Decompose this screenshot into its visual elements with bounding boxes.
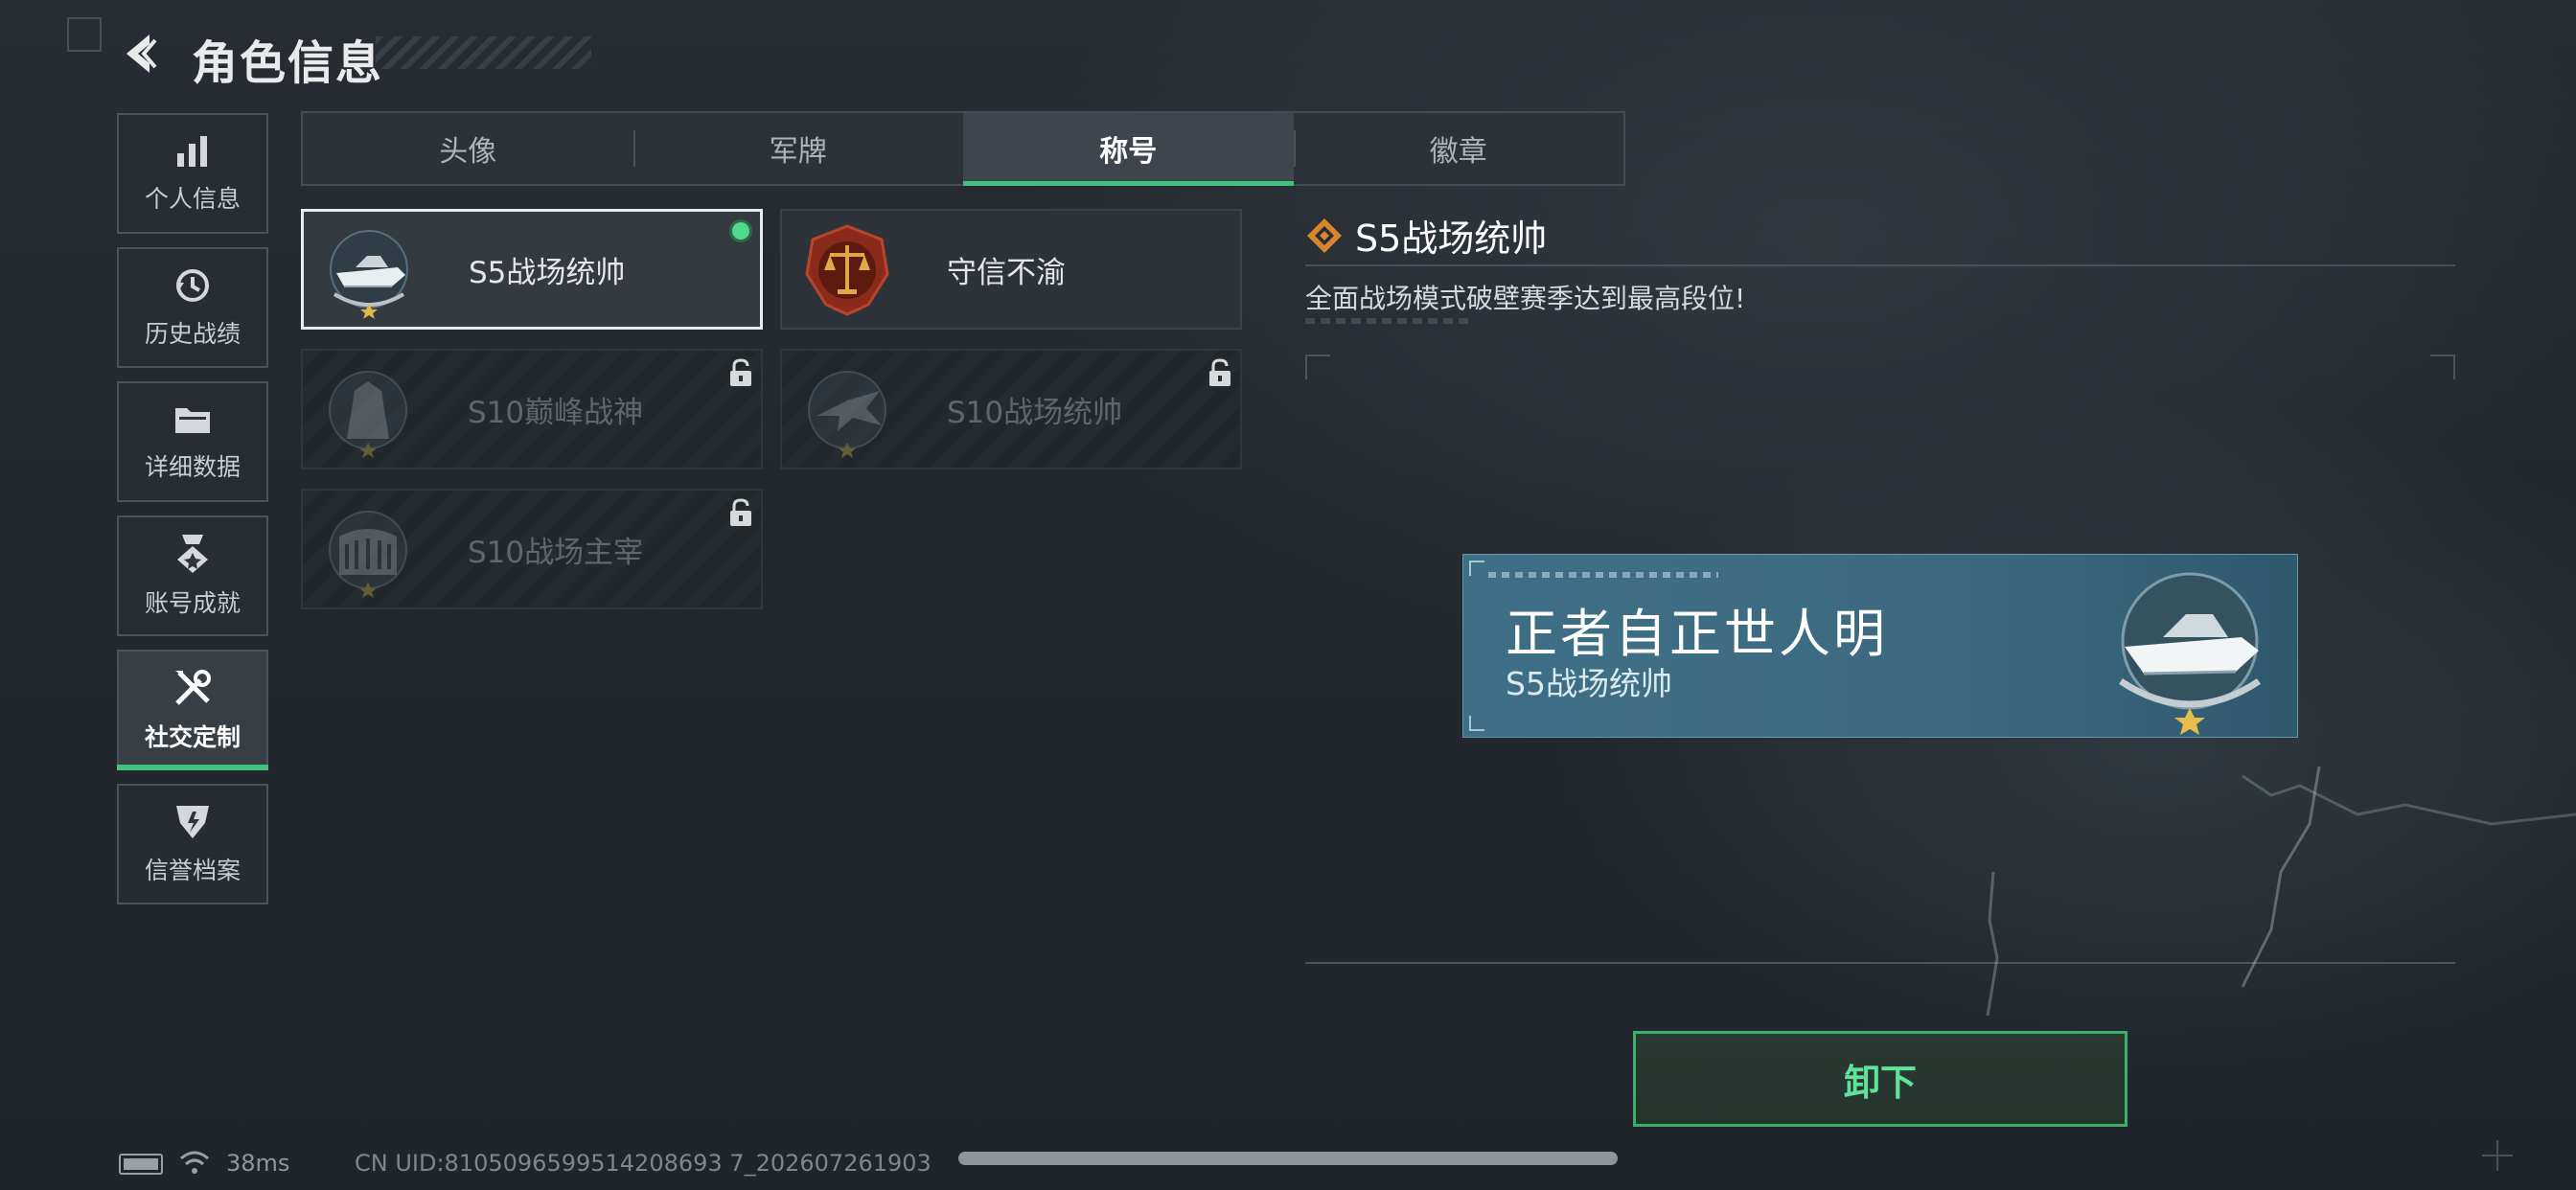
scales-emblem-icon [805, 224, 889, 316]
nav-label: 个人信息 [144, 185, 241, 213]
speedboat-emblem-icon [330, 230, 408, 319]
title-label: S10战场主宰 [468, 535, 644, 570]
history-icon [176, 269, 209, 302]
colosseum-emblem-icon [329, 511, 407, 598]
nav-credit-record[interactable]: 信誉档案 [117, 784, 268, 904]
wifi-icon [180, 1151, 209, 1174]
nav-social-custom[interactable]: 社交定制 [117, 650, 268, 770]
title-card-s10-peak-god[interactable]: S10巅峰战神 [301, 349, 763, 469]
detail-description: 全面战场模式破壁赛季达到最高段位! [1305, 283, 1746, 314]
nav-detailed-data[interactable]: 详细数据 [117, 381, 268, 502]
nav-match-history[interactable]: 历史战绩 [117, 247, 268, 368]
detail-divider [1305, 264, 2455, 266]
nameplate-slogan: 正者自正世人明 [1506, 604, 1888, 664]
title-card-s10-dominator[interactable]: S10战场主宰 [301, 489, 763, 609]
home-indicator[interactable] [958, 1152, 1618, 1165]
nameplate-title: S5战场统帅 [1506, 665, 1672, 702]
title-label: S10战场统帅 [947, 395, 1123, 430]
tab-title[interactable]: 称号 [963, 113, 1294, 186]
nameplate-decoration [1488, 572, 1718, 578]
title-diamond-icon [1307, 218, 1342, 253]
folder-icon [175, 408, 210, 433]
lock-icon [730, 498, 751, 526]
crosshair-icon [2482, 1140, 2513, 1171]
detail-title: S5战场统帅 [1355, 217, 1548, 260]
equipped-indicator [729, 219, 752, 242]
nav-label: 详细数据 [144, 453, 241, 481]
nav-label: 社交定制 [144, 723, 241, 751]
lock-icon [730, 358, 751, 386]
tools-icon [175, 670, 211, 705]
battery-icon [119, 1154, 163, 1175]
title-card-s10-commander[interactable]: S10战场统帅 [780, 349, 1242, 469]
category-tab-bar: 头像 军牌 称号 徽章 [301, 111, 1625, 186]
title-decoration [376, 36, 591, 69]
page-title: 角色信息 [192, 36, 384, 90]
tab-avatar[interactable]: 头像 [303, 113, 633, 184]
nav-personal-info[interactable]: 个人信息 [117, 113, 268, 234]
nav-label: 历史战绩 [144, 320, 241, 348]
title-nameplate-preview: 正者自正世人明 S5战场统帅 [1462, 554, 2298, 738]
tab-dog-tag[interactable]: 军牌 [632, 113, 964, 184]
medal-icon [177, 535, 208, 573]
user-uid: CN UID:8105096599514208693 7_20260726190… [355, 1150, 932, 1177]
back-button[interactable] [117, 29, 167, 79]
speedboat-emblem-icon [2119, 572, 2261, 735]
title-label: 守信不渝 [947, 255, 1066, 290]
shield-icon [176, 806, 209, 838]
bar-chart-icon [177, 136, 207, 167]
tab-badge[interactable]: 徽章 [1293, 113, 1624, 184]
corner-frame [67, 17, 102, 52]
title-label: S5战场统帅 [469, 255, 626, 290]
nav-label: 信誉档案 [144, 857, 241, 884]
unequip-button[interactable]: 卸下 [1633, 1031, 2128, 1127]
title-label: S10巅峰战神 [468, 395, 644, 430]
nav-achievements[interactable]: 账号成就 [117, 515, 268, 636]
nav-label: 账号成就 [144, 589, 241, 617]
title-card-trustworthy[interactable]: 守信不渝 [780, 209, 1242, 330]
title-card-s5-commander[interactable]: S5战场统帅 [301, 209, 763, 330]
detail-meta-decoration [1305, 318, 1468, 324]
back-arrow-icon [126, 34, 157, 73]
tower-emblem-icon [329, 371, 407, 458]
jet-emblem-icon [808, 371, 886, 458]
lock-icon [1209, 358, 1230, 386]
ping-readout: 38ms [226, 1150, 290, 1177]
